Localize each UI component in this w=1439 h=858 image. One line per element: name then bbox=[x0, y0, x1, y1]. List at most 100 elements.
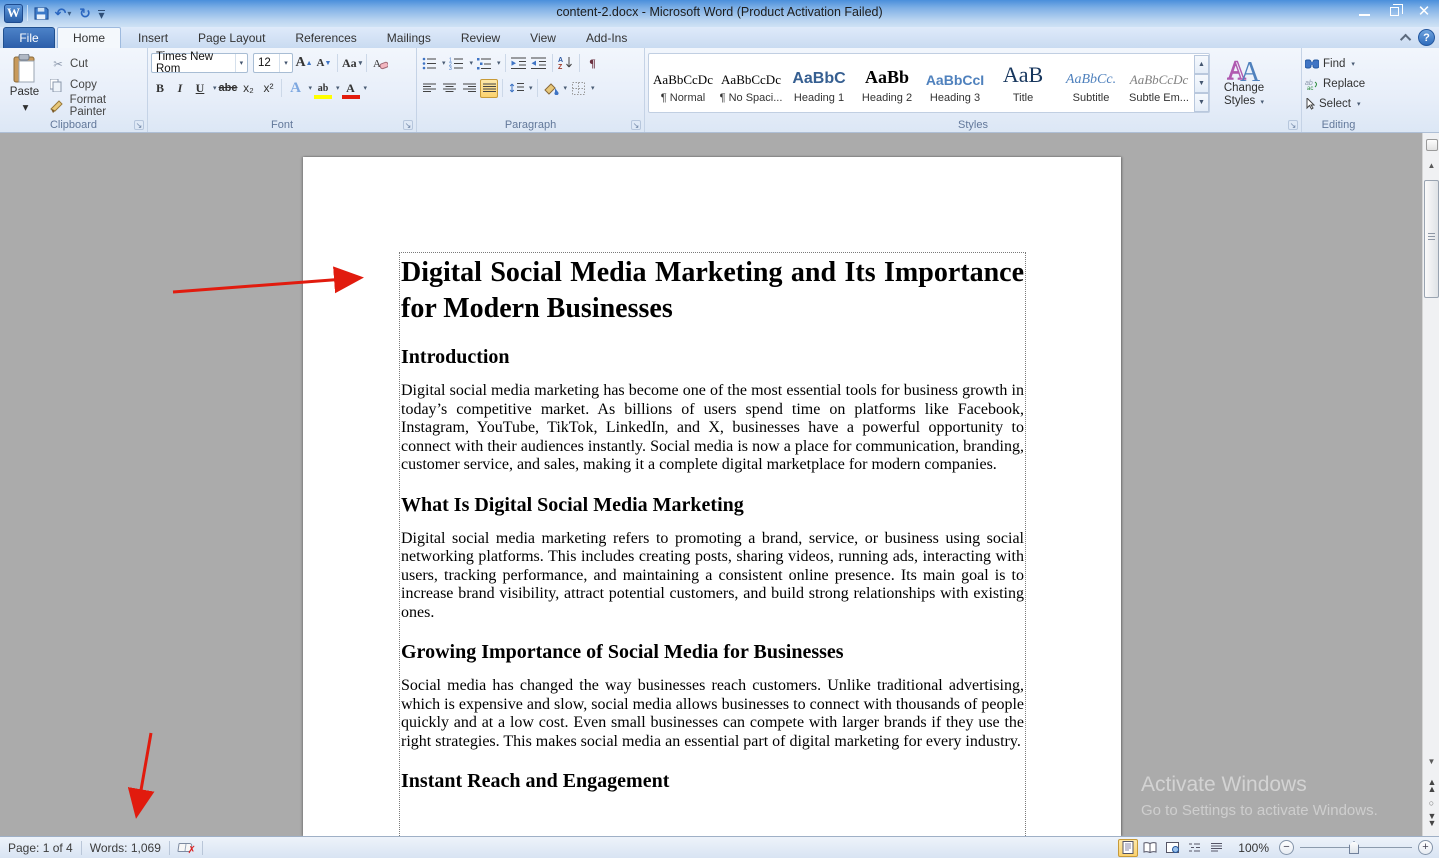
select-button[interactable]: Select▾ bbox=[1305, 94, 1372, 114]
clipboard-dialog-launcher[interactable]: ↘ bbox=[134, 120, 144, 130]
style-subtle-emphasis[interactable]: AaBbCcDc Subtle Em... bbox=[1125, 54, 1193, 112]
next-page-button[interactable]: ▼▼ bbox=[1424, 812, 1439, 828]
italic-button[interactable]: I bbox=[171, 79, 189, 98]
minimize-button[interactable] bbox=[1349, 0, 1379, 22]
document-title[interactable]: Digital Social Media Marketing and Its I… bbox=[401, 255, 1024, 327]
tab-references[interactable]: References bbox=[280, 27, 371, 48]
borders-dropdown-icon[interactable]: ▾ bbox=[591, 84, 595, 92]
font-name-select[interactable]: Times New Rom▾ bbox=[151, 53, 248, 73]
outline-view-button[interactable] bbox=[1184, 839, 1204, 857]
underline-dropdown-icon[interactable]: ▾ bbox=[213, 84, 217, 92]
tab-insert[interactable]: Insert bbox=[123, 27, 183, 48]
vertical-scrollbar[interactable]: ▲ ▼ ▲▲ ○ ▼▼ bbox=[1422, 133, 1439, 836]
decrease-indent-button[interactable] bbox=[510, 54, 528, 73]
full-screen-reading-view-button[interactable] bbox=[1140, 839, 1160, 857]
highlight-dropdown-icon[interactable]: ▾ bbox=[336, 84, 340, 92]
scroll-down-button[interactable]: ▼ bbox=[1424, 753, 1439, 769]
word-logo-icon[interactable]: W bbox=[4, 4, 23, 23]
section-heading[interactable]: What Is Digital Social Media Marketing bbox=[401, 494, 1024, 517]
subscript-button[interactable]: x₂ bbox=[239, 79, 257, 98]
style-subtitle[interactable]: AaBbCc. Subtitle bbox=[1057, 54, 1125, 112]
align-left-button[interactable] bbox=[420, 79, 438, 98]
strikethrough-button[interactable]: abe bbox=[219, 79, 238, 98]
styles-scroll-down[interactable]: ▼ bbox=[1194, 74, 1209, 93]
tab-mailings[interactable]: Mailings bbox=[372, 27, 446, 48]
styles-more-button[interactable]: ▼ bbox=[1194, 93, 1209, 112]
borders-button[interactable] bbox=[569, 79, 587, 98]
justify-button[interactable] bbox=[480, 79, 498, 98]
numbering-dropdown-icon[interactable]: ▾ bbox=[470, 59, 474, 67]
superscript-button[interactable]: x² bbox=[259, 79, 277, 98]
text-effects-button[interactable]: A bbox=[286, 79, 304, 98]
shading-dropdown-icon[interactable]: ▾ bbox=[564, 84, 568, 92]
section-paragraph[interactable]: Digital social media marketing refers to… bbox=[401, 530, 1024, 623]
align-center-button[interactable] bbox=[440, 79, 458, 98]
bullets-dropdown-icon[interactable]: ▾ bbox=[442, 59, 446, 67]
previous-page-button[interactable]: ▲▲ bbox=[1424, 778, 1439, 794]
find-button[interactable]: Find▾ bbox=[1305, 54, 1372, 74]
collapse-ribbon-icon[interactable] bbox=[1400, 33, 1411, 44]
format-painter-button[interactable]: Format Painter bbox=[50, 97, 144, 115]
multilevel-dropdown-icon[interactable]: ▾ bbox=[497, 59, 501, 67]
tab-file[interactable]: File bbox=[3, 27, 55, 48]
line-spacing-dropdown-icon[interactable]: ▾ bbox=[529, 84, 533, 92]
font-color-button[interactable]: A bbox=[342, 79, 360, 98]
style-no-spacing[interactable]: AaBbCcDc ¶ No Spaci... bbox=[717, 54, 785, 112]
paste-dropdown-icon[interactable]: ▾ bbox=[23, 100, 29, 114]
section-paragraph[interactable]: Social media has changed the way busines… bbox=[401, 677, 1024, 751]
numbering-button[interactable]: 123 bbox=[448, 54, 466, 73]
zoom-out-button[interactable]: − bbox=[1279, 840, 1294, 855]
style-heading-3[interactable]: AaBbCcI Heading 3 bbox=[921, 54, 989, 112]
font-size-select[interactable]: 12▾ bbox=[253, 53, 293, 73]
paste-button[interactable]: Paste ▾ bbox=[3, 52, 46, 116]
cut-button[interactable]: ✂Cut bbox=[50, 55, 144, 73]
page-indicator[interactable]: Page: 1 of 4 bbox=[0, 840, 81, 856]
style-title[interactable]: AaB Title bbox=[989, 54, 1057, 112]
shading-button[interactable] bbox=[542, 79, 560, 98]
line-spacing-button[interactable] bbox=[507, 79, 525, 98]
show-paragraph-marks-button[interactable]: ¶ bbox=[584, 54, 602, 73]
change-styles-button[interactable]: AA ChangeStyles ▾ bbox=[1214, 52, 1274, 116]
shrink-font-button[interactable]: A▼ bbox=[315, 54, 333, 73]
section-heading[interactable]: Instant Reach and Engagement bbox=[401, 770, 1024, 793]
style-normal[interactable]: AaBbCcDc ¶ Normal bbox=[649, 54, 717, 112]
undo-button[interactable]: ↶▾ bbox=[54, 3, 72, 23]
select-browse-object-button[interactable]: ○ bbox=[1424, 796, 1439, 810]
draft-view-button[interactable] bbox=[1206, 839, 1226, 857]
scroll-up-button[interactable]: ▲ bbox=[1424, 157, 1439, 173]
undo-dropdown-icon[interactable]: ▾ bbox=[67, 9, 71, 18]
section-paragraph[interactable]: Digital social media marketing has becom… bbox=[401, 382, 1024, 475]
section-heading[interactable]: Growing Importance of Social Media for B… bbox=[401, 641, 1024, 664]
scrollbar-thumb[interactable] bbox=[1424, 180, 1439, 298]
grow-font-button[interactable]: A▲ bbox=[295, 54, 313, 73]
customize-qat-button[interactable]: ▾ bbox=[98, 10, 105, 17]
help-button[interactable]: ? bbox=[1418, 29, 1435, 46]
style-heading-1[interactable]: AaBbC Heading 1 bbox=[785, 54, 853, 112]
increase-indent-button[interactable] bbox=[530, 54, 548, 73]
bold-button[interactable]: B bbox=[151, 79, 169, 98]
text-effects-dropdown-icon[interactable]: ▾ bbox=[308, 84, 312, 92]
style-heading-2[interactable]: AaBb Heading 2 bbox=[853, 54, 921, 112]
font-color-dropdown-icon[interactable]: ▾ bbox=[364, 84, 368, 92]
zoom-in-button[interactable]: + bbox=[1418, 840, 1433, 855]
bullets-button[interactable] bbox=[420, 54, 438, 73]
styles-scroll-up[interactable]: ▲ bbox=[1194, 55, 1209, 74]
highlight-button[interactable]: ab bbox=[314, 79, 332, 98]
section-heading[interactable]: Introduction bbox=[401, 346, 1024, 369]
copy-button[interactable]: Copy bbox=[50, 76, 144, 94]
spell-check-status[interactable]: ✗ bbox=[170, 840, 202, 856]
redo-button[interactable]: ↻ bbox=[76, 3, 94, 23]
word-count[interactable]: Words: 1,069 bbox=[82, 840, 169, 856]
save-button[interactable] bbox=[32, 3, 50, 23]
close-button[interactable]: ✕ bbox=[1409, 0, 1439, 22]
align-right-button[interactable] bbox=[460, 79, 478, 98]
styles-dialog-launcher[interactable]: ↘ bbox=[1288, 120, 1298, 130]
tab-page-layout[interactable]: Page Layout bbox=[183, 27, 280, 48]
tab-view[interactable]: View bbox=[515, 27, 571, 48]
clear-formatting-button[interactable]: A bbox=[371, 54, 389, 73]
tab-home[interactable]: Home bbox=[57, 27, 121, 48]
change-case-button[interactable]: Aa▾ bbox=[342, 54, 362, 73]
tab-review[interactable]: Review bbox=[446, 27, 515, 48]
view-ruler-button[interactable] bbox=[1424, 135, 1439, 155]
zoom-slider[interactable] bbox=[1300, 840, 1412, 855]
